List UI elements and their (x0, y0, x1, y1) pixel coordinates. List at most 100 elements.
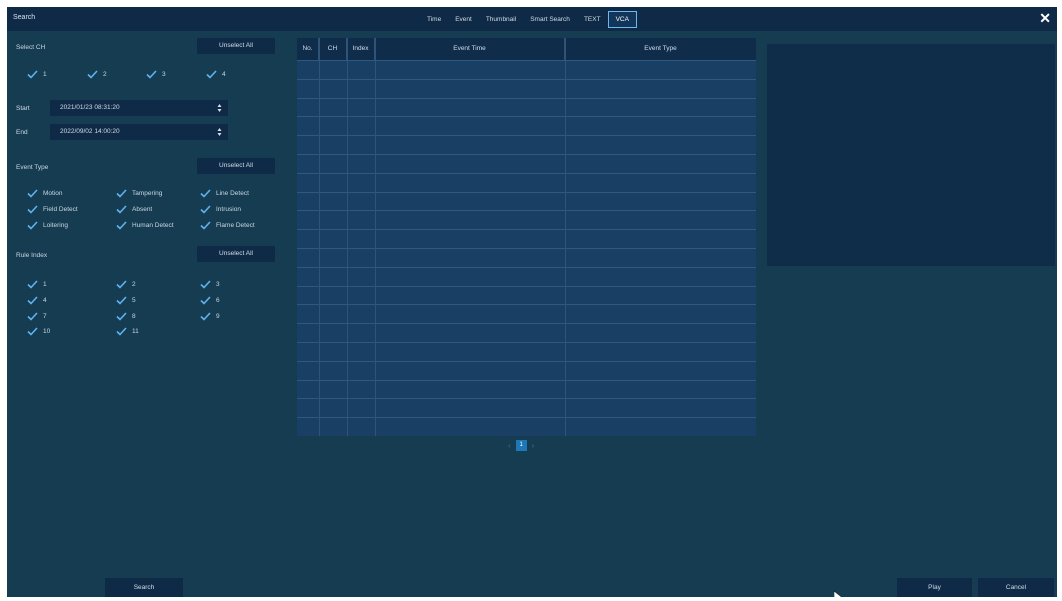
table-row[interactable] (297, 285, 756, 305)
check-icon (116, 311, 127, 321)
check-icon (27, 220, 38, 230)
tab-vca[interactable]: VCA (607, 11, 637, 28)
start-datetime-field[interactable]: 2021/01/23 08:31:20 (50, 100, 228, 116)
tab-thumbnail[interactable]: Thumbnail (479, 11, 523, 28)
check-icon (200, 279, 211, 289)
channel-checkbox[interactable]: 1 (27, 69, 47, 79)
start-datetime-value: 2021/01/23 08:31:20 (60, 104, 120, 111)
table-row[interactable] (297, 135, 756, 154)
table-row[interactable] (297, 60, 756, 79)
end-label: End (16, 129, 28, 136)
rule-index-checkbox-label: 2 (132, 280, 136, 288)
channel-checkbox[interactable]: 2 (87, 69, 107, 79)
end-datetime-field[interactable]: 2022/09/02 14:00:20 (50, 124, 228, 140)
table-row[interactable] (297, 360, 756, 380)
rule-index-checkbox[interactable]: 1 (27, 279, 47, 289)
end-datetime-value: 2022/09/02 14:00:20 (60, 128, 120, 135)
check-icon (116, 220, 127, 230)
rule-index-checkbox[interactable]: 8 (116, 311, 136, 321)
event-type-checkbox[interactable]: Flame Detect (200, 220, 255, 230)
spinner-icon[interactable] (217, 127, 222, 137)
next-page-icon[interactable]: › (532, 441, 535, 450)
event-type-checkbox[interactable]: Tampering (116, 188, 162, 198)
search-button[interactable]: Search (105, 578, 183, 597)
check-icon (200, 204, 211, 214)
rule-index-checkbox[interactable]: 10 (27, 326, 50, 336)
channel-checkbox[interactable]: 4 (206, 69, 226, 79)
rule-index-checkbox[interactable]: 6 (200, 295, 220, 305)
table-row[interactable] (297, 342, 756, 361)
column-ch: CH (319, 38, 347, 60)
check-icon (200, 295, 211, 305)
window-title: Search (13, 14, 36, 21)
rule-index-label: Rule Index (16, 252, 48, 259)
table-row[interactable] (297, 266, 756, 286)
event-type-checkbox[interactable]: Line Detect (200, 188, 249, 198)
prev-page-icon[interactable]: ‹ (508, 441, 511, 450)
table-row[interactable] (297, 379, 756, 399)
rule-index-checkbox[interactable]: 7 (27, 311, 47, 321)
tab-text[interactable]: TEXT (577, 11, 608, 28)
start-label: Start (16, 105, 30, 112)
rule-index-checkbox-label: 3 (216, 280, 220, 288)
event-type-checkbox-label: Tampering (132, 189, 163, 197)
check-icon (200, 188, 211, 198)
rule-index-checkbox-label: 6 (216, 296, 220, 304)
rule-index-checkbox[interactable]: 5 (116, 295, 136, 305)
check-icon (116, 204, 127, 214)
check-icon (27, 69, 38, 79)
rule-index-checkbox[interactable]: 2 (116, 279, 136, 289)
table-row[interactable] (297, 210, 756, 229)
spinner-icon[interactable] (217, 103, 222, 113)
channel-checkbox-label: 2 (103, 70, 107, 78)
event-type-checkbox[interactable]: Motion (27, 188, 63, 198)
table-row[interactable] (297, 154, 756, 173)
rule-index-unselect-all-button[interactable]: Unselect All (197, 246, 275, 262)
event-type-checkbox[interactable]: Human Detect (116, 220, 174, 230)
tab-event[interactable]: Event (448, 11, 479, 28)
play-button[interactable]: Play (897, 578, 972, 597)
table-row[interactable] (297, 398, 756, 417)
table-row[interactable] (297, 97, 756, 117)
table-row[interactable] (297, 248, 756, 267)
tab-smart-search[interactable]: Smart Search (523, 11, 577, 28)
event-type-checkbox[interactable]: Field Detect (27, 204, 78, 214)
rule-index-checkbox[interactable]: 11 (116, 326, 139, 336)
rule-index-checkbox[interactable]: 3 (200, 279, 220, 289)
search-mode-tabs: Time Event Thumbnail Smart Search TEXT V… (420, 11, 637, 28)
tab-time[interactable]: Time (420, 11, 448, 28)
rule-index-checkbox-label: 8 (132, 312, 136, 320)
event-type-checkbox[interactable]: Intrusion (200, 204, 241, 214)
check-icon (116, 279, 127, 289)
event-type-label: Event Type (16, 164, 49, 171)
rule-index-checkbox[interactable]: 4 (27, 295, 47, 305)
event-type-unselect-all-button[interactable]: Unselect All (197, 158, 275, 174)
check-icon (27, 326, 38, 336)
close-icon[interactable]: ✕ (1039, 10, 1051, 26)
table-row[interactable] (297, 323, 756, 342)
table-row[interactable] (297, 191, 756, 211)
table-row[interactable] (297, 78, 756, 98)
table-row[interactable] (297, 417, 756, 436)
page-number[interactable]: 1 (515, 440, 527, 451)
check-icon (116, 295, 127, 305)
check-icon (116, 326, 127, 336)
event-type-checkbox[interactable]: Loitering (27, 220, 68, 230)
cancel-button[interactable]: Cancel (978, 578, 1054, 597)
event-type-checkbox-label: Field Detect (43, 205, 78, 213)
event-type-checkbox-label: Absent (132, 205, 153, 213)
table-row[interactable] (297, 229, 756, 248)
column-divider (319, 38, 320, 436)
check-icon (200, 311, 211, 321)
rule-index-checkbox[interactable]: 9 (200, 311, 220, 321)
event-type-checkbox-label: Line Detect (216, 189, 249, 197)
table-row[interactable] (297, 116, 756, 135)
channel-unselect-all-button[interactable]: Unselect All (197, 38, 275, 54)
table-row[interactable] (297, 304, 756, 323)
rule-index-checkbox-label: 10 (43, 327, 51, 335)
event-type-checkbox-label: Loitering (43, 221, 68, 229)
table-row[interactable] (297, 172, 756, 192)
channel-checkbox[interactable]: 3 (146, 69, 166, 79)
event-type-checkbox[interactable]: Absent (116, 204, 152, 214)
check-icon (27, 188, 38, 198)
